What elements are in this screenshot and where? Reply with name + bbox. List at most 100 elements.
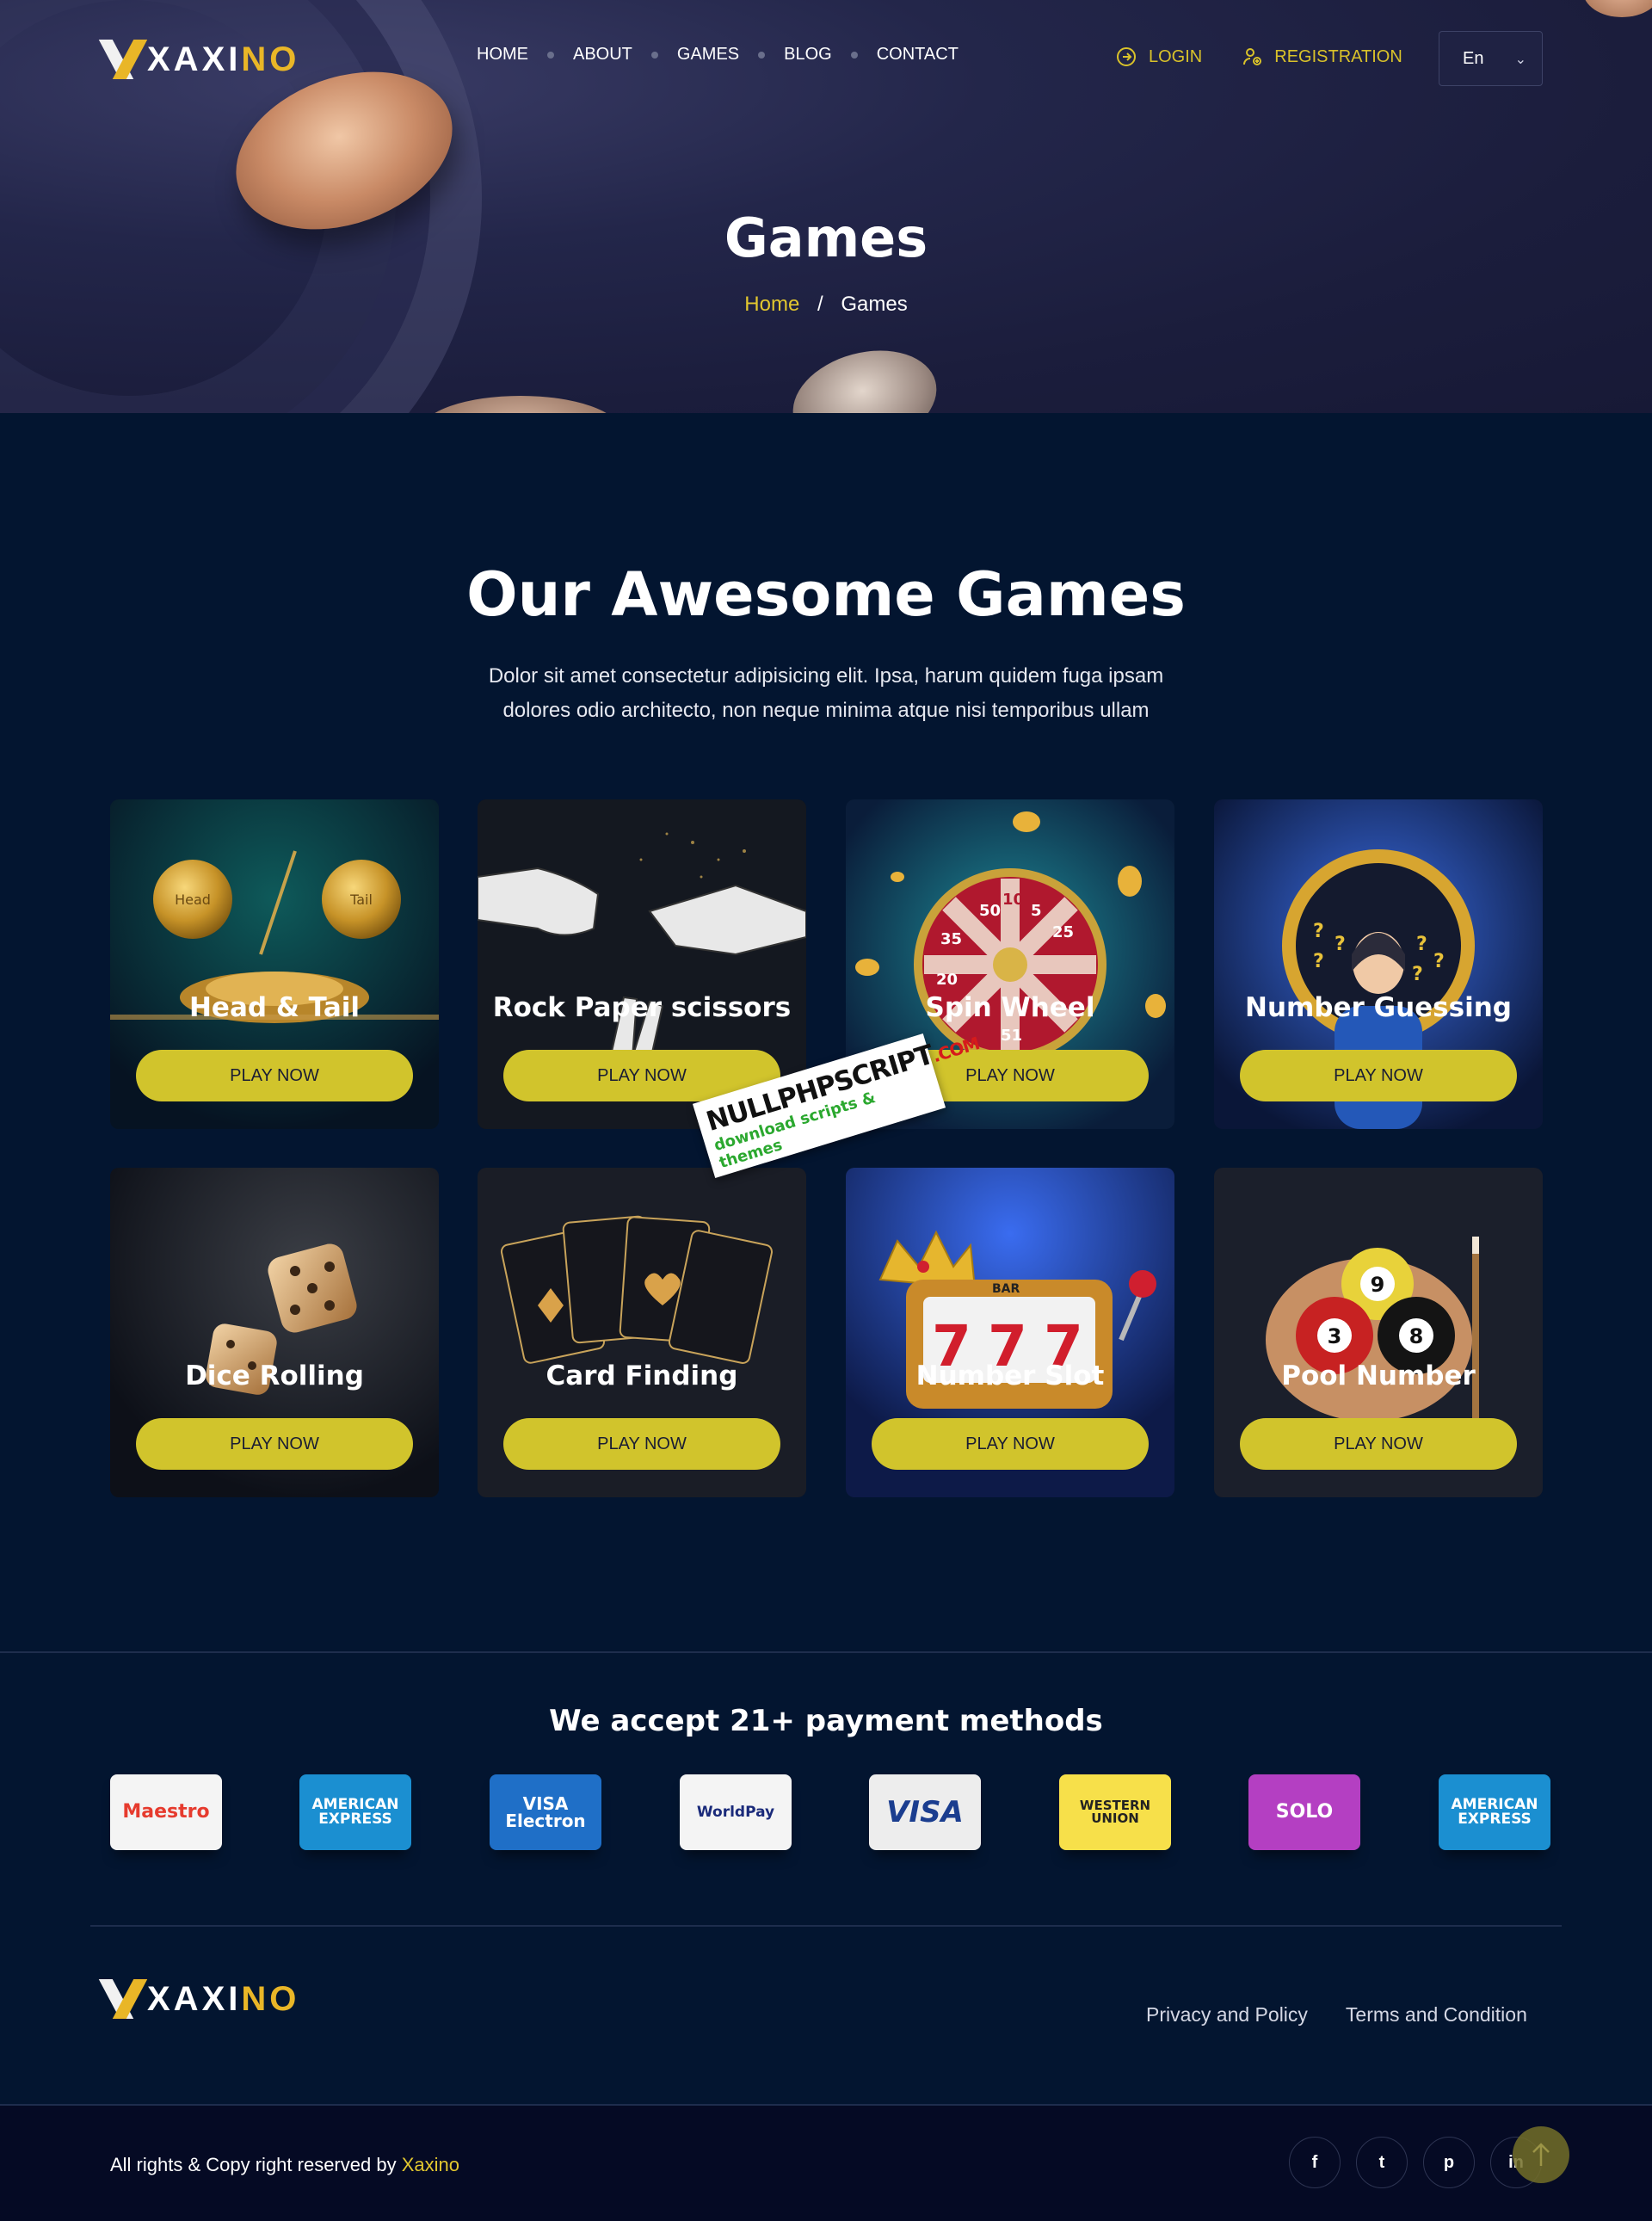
- breadcrumb-current: Games: [841, 293, 908, 316]
- privacy-policy-link[interactable]: Privacy and Policy: [1146, 2003, 1308, 2027]
- wheel-number: 10: [1002, 891, 1024, 909]
- nav-about[interactable]: ABOUT: [573, 45, 632, 65]
- casino-chip-decoration: [781, 335, 948, 413]
- language-select[interactable]: En ⌄: [1439, 31, 1543, 86]
- slot-bar-label: BAR: [992, 1282, 1020, 1296]
- svg-text:?: ?: [1313, 951, 1324, 972]
- payment-name: AMERICAN EXPRESS: [1451, 1796, 1538, 1828]
- svg-text:?: ?: [1433, 951, 1445, 972]
- logo-text: XAXINO: [147, 1979, 300, 2018]
- game-title: Head & Tail: [188, 992, 361, 1023]
- login-label: LOGIN: [1149, 46, 1203, 66]
- payment-name: WESTERN UNION: [1079, 1798, 1151, 1826]
- section-description: Dolor sit amet consectetur adipisicing e…: [488, 664, 1164, 722]
- nav-home[interactable]: HOME: [477, 45, 528, 65]
- game-title: Rock Paper scissors: [492, 992, 792, 1023]
- pool-ball-number: 3: [1328, 1324, 1342, 1348]
- play-now-button[interactable]: PLAY NOW: [503, 1418, 780, 1470]
- game-title: Number Guessing: [1245, 992, 1512, 1023]
- scroll-to-top-button[interactable]: [1513, 2126, 1569, 2183]
- footer-divider: [90, 1925, 1562, 1927]
- payment-name: Maestro: [122, 1801, 210, 1823]
- nav-blog[interactable]: BLOG: [784, 45, 832, 65]
- auth-links: LOGIN REGISTRATION: [1116, 46, 1402, 67]
- registration-label: REGISTRATION: [1274, 46, 1402, 66]
- breadcrumb-separator: /: [817, 293, 823, 316]
- breadcrumb: Home / Games: [0, 293, 1652, 317]
- terms-link[interactable]: Terms and Condition: [1346, 2003, 1527, 2027]
- main-menu: HOME ABOUT GAMES BLOG CONTACT: [477, 45, 959, 65]
- game-title: Card Finding: [546, 1360, 738, 1391]
- wheel-number: 20: [936, 971, 958, 989]
- registration-link[interactable]: REGISTRATION: [1242, 46, 1402, 67]
- pinterest-icon[interactable]: p: [1423, 2137, 1475, 2188]
- payments-title: We accept 21+ payment methods: [549, 1704, 1103, 1738]
- facebook-icon[interactable]: f: [1289, 2137, 1341, 2188]
- login-icon: [1117, 47, 1136, 66]
- logo-mark-icon: [98, 1977, 148, 2020]
- payment-card-maestro: Maestro: [110, 1774, 222, 1850]
- logo-text: XAXINO: [147, 40, 300, 78]
- game-card-rock-paper-scissors: Rock Paper scissors PLAY NOW: [478, 799, 806, 1129]
- play-now-button[interactable]: PLAY NOW: [1240, 1418, 1517, 1470]
- payment-card-solo: SOLO: [1248, 1774, 1360, 1850]
- site-logo[interactable]: XAXINO: [98, 38, 300, 81]
- svg-text:?: ?: [1313, 921, 1324, 942]
- user-add-icon: [1243, 48, 1262, 65]
- payment-card-western-union: WESTERN UNION: [1059, 1774, 1171, 1850]
- play-now-button[interactable]: PLAY NOW: [1240, 1050, 1517, 1101]
- svg-text:?: ?: [1416, 934, 1427, 955]
- page-title: Games: [724, 207, 928, 269]
- menu-separator-dot: [547, 51, 554, 59]
- svg-text:?: ?: [1335, 934, 1346, 955]
- payment-name: VISA: [886, 1795, 964, 1829]
- language-value: En: [1463, 48, 1484, 68]
- hero-banner: XAXINO HOME ABOUT GAMES BLOG CONTACT LOG…: [0, 0, 1652, 413]
- game-title: Number Slot: [915, 1360, 1105, 1391]
- play-now-button[interactable]: PLAY NOW: [872, 1418, 1149, 1470]
- pool-ball-number: 9: [1371, 1273, 1385, 1297]
- payment-methods-row: Maestro AMERICAN EXPRESS VISA Electron W…: [110, 1774, 1556, 1869]
- play-now-button[interactable]: PLAY NOW: [136, 1418, 413, 1470]
- payment-name: SOLO: [1275, 1801, 1334, 1823]
- menu-separator-dot: [850, 51, 858, 59]
- pool-ball-number: 8: [1409, 1324, 1424, 1348]
- twitter-icon[interactable]: t: [1356, 2137, 1408, 2188]
- play-now-button[interactable]: PLAY NOW: [136, 1050, 413, 1101]
- menu-separator-dot: [650, 51, 658, 59]
- payment-card-worldpay: WorldPay: [680, 1774, 792, 1850]
- game-card-card-finding: Card Finding PLAY NOW: [478, 1168, 806, 1497]
- coin-head-text: Head: [175, 891, 211, 908]
- wheel-number: 25: [1052, 923, 1074, 941]
- game-card-head-tail: Head Tail Head & Tail PLAY NOW: [110, 799, 439, 1129]
- copyright-text: All rights & Copy right reserved by Xaxi…: [110, 2154, 459, 2176]
- copyright-label: All rights & Copy right reserved by: [110, 2154, 397, 2175]
- breadcrumb-home[interactable]: Home: [744, 293, 799, 316]
- footer-links: Privacy and Policy Terms and Condition: [1146, 2003, 1527, 2027]
- section-divider: [0, 1651, 1652, 1653]
- payment-name: VISA Electron: [505, 1793, 586, 1831]
- casino-chip-decoration: [422, 396, 620, 413]
- nav-contact[interactable]: CONTACT: [877, 45, 959, 65]
- payment-name: AMERICAN EXPRESS: [311, 1796, 399, 1828]
- footer-logo[interactable]: XAXINO: [98, 1977, 300, 2020]
- coin-tail-text: Tail: [349, 891, 373, 908]
- logo-mark-icon: [98, 38, 148, 81]
- game-title: Spin Wheel: [925, 992, 1095, 1023]
- payment-card-visa-electron: VISA Electron: [490, 1774, 601, 1850]
- payment-card-amex: AMERICAN EXPRESS: [299, 1774, 411, 1850]
- game-card-number-slot: 7 7 7 BAR Number Slot PLAY NOW: [846, 1168, 1174, 1497]
- wheel-number: 51: [1001, 1027, 1022, 1045]
- menu-separator-dot: [758, 51, 766, 59]
- payment-name: WorldPay: [696, 1803, 775, 1821]
- game-card-pool-number: 9 3 8 Pool Number PLAY NOW: [1214, 1168, 1543, 1497]
- svg-text:?: ?: [1412, 964, 1423, 985]
- wheel-number: 5: [1031, 902, 1042, 920]
- game-title: Pool Number: [1281, 1360, 1476, 1391]
- copyright-brand-link[interactable]: Xaxino: [402, 2154, 459, 2175]
- wheel-number: 35: [940, 930, 962, 948]
- top-navbar: XAXINO HOME ABOUT GAMES BLOG CONTACT LOG…: [0, 0, 1652, 117]
- nav-games[interactable]: GAMES: [677, 45, 739, 65]
- game-title: Dice Rolling: [185, 1360, 364, 1391]
- login-link[interactable]: LOGIN: [1116, 46, 1202, 67]
